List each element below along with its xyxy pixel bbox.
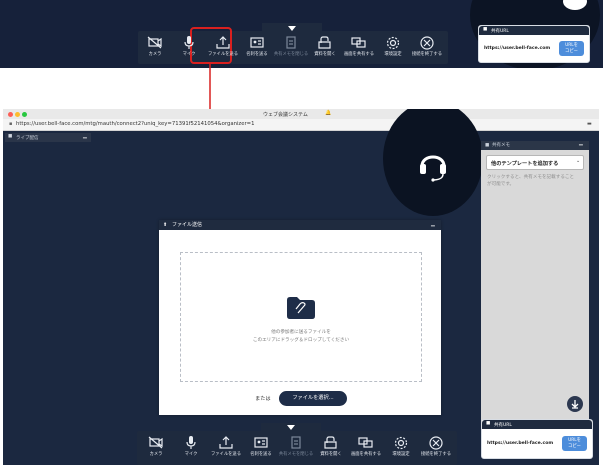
memo-icon: [286, 36, 296, 49]
drop-text-line1: 他の参加者に送るファイルを: [271, 330, 331, 335]
memo-header-title: 共有メモ: [492, 143, 510, 148]
camera-off-icon: [148, 436, 163, 449]
toolbar-item-top-4: 共有メモを閉じる: [274, 35, 308, 57]
toolbar-item-bottom-8[interactable]: 接続を終了する: [421, 435, 451, 457]
file-send-dialog: ⬆ ファイル送信 ▁ 他の参加者に送るファイルを このエリアにドラッグ＆ドロップ…: [159, 220, 441, 415]
share-url-text: https://user.bell-face.com: [484, 46, 551, 51]
minimize-window-button[interactable]: [15, 111, 20, 117]
memo-header-icon: ■: [485, 143, 490, 148]
toolbar-item-bottom-7[interactable]: 環境設定: [386, 435, 416, 457]
end-call-icon: [429, 436, 443, 450]
lock-icon: ▪: [9, 121, 13, 127]
browser-menu-icon[interactable]: ▬: [587, 121, 592, 127]
open-document-icon: [324, 436, 337, 449]
zoom-window-button[interactable]: [22, 111, 27, 117]
toolbar-item-top-3[interactable]: 名刺を送る: [242, 35, 272, 57]
drop-text-line2: このエリアにドラッグ＆ドロップしてください: [252, 338, 350, 343]
chevron-down-icon: ⌄: [576, 158, 581, 164]
copy-url-button-bottom[interactable]: URLを コピー: [562, 436, 587, 451]
live-panel-label: ライブ配信: [16, 136, 39, 141]
live-panel[interactable]: ■ ライブ配信 ▁: [5, 133, 91, 142]
share-url-header: ■ 共有URL: [479, 26, 589, 35]
download-icon: [571, 400, 579, 409]
window-title: ウェブ会議システム: [263, 111, 308, 118]
browser-window: ウェブ会議システム 🔔 ▪ https://user.bell-face.com…: [3, 109, 599, 465]
address-bar[interactable]: ▪ https://user.bell-face.com/mtg/mauth/c…: [3, 119, 599, 131]
share-url-icon-bottom: ■: [486, 421, 491, 426]
template-select-value: 他のテンプレートを追加する: [491, 160, 559, 167]
select-file-button[interactable]: ファイルを選択...: [279, 391, 347, 406]
camera-off-icon: [147, 36, 162, 49]
or-label: または: [255, 396, 271, 402]
file-drop-area[interactable]: 他の参加者に送るファイルを このエリアにドラッグ＆ドロップしてください: [180, 252, 422, 382]
toolbar-item-bottom-4: 共有メモを閉じる: [279, 435, 313, 457]
settings-icon: [386, 36, 400, 50]
copy-url-label-1-bottom: URLを: [568, 438, 581, 443]
memo-hint[interactable]: クリックすると、共有メモを記載することが可能です。: [487, 174, 575, 188]
microphone-icon: [186, 436, 196, 449]
share-url-title-bottom: 共有URL: [494, 423, 512, 428]
toolbar-item-bottom-0[interactable]: カメラ: [141, 435, 171, 457]
toolbar-item-top-6[interactable]: 画面を共有する: [344, 35, 374, 57]
live-panel-minimize-icon[interactable]: ▁: [83, 133, 87, 139]
memo-icon: [291, 436, 301, 449]
download-memo-button[interactable]: [567, 396, 583, 412]
screen-share-icon: [358, 437, 373, 448]
folder-clip-icon: [287, 297, 315, 319]
url-text: https://user.bell-face.com/mtg/mauth/con…: [16, 121, 255, 127]
share-url-text-bottom: https://user.bell-face.com: [487, 441, 554, 446]
share-url-title: 共有URL: [491, 29, 509, 34]
toolbar-item-top-5[interactable]: 資料を開く: [310, 35, 340, 57]
share-url-header-bottom: ■ 共有URL: [482, 420, 592, 429]
toolbar-item-top-2[interactable]: ファイルを送る: [208, 35, 238, 57]
microphone-icon: [184, 36, 194, 49]
toolbar-item-top-8[interactable]: 接続を終了する: [412, 35, 442, 57]
close-window-button[interactable]: [8, 111, 13, 117]
dialog-minimize-icon[interactable]: ▁: [431, 219, 435, 229]
upload-icon: [219, 436, 233, 449]
dialog-title: ファイル送信: [172, 222, 203, 228]
meeting-stage: ■ ライブ配信 ▁ ■ 共有メモ ▁ 他のテンプレートを追加する ⌄ クリックす…: [3, 109, 599, 465]
toolbar-item-bottom-3[interactable]: 名刺を送る: [246, 435, 276, 457]
video-icon: ■: [8, 134, 13, 139]
toolbar-item-top-7[interactable]: 環境設定: [378, 35, 408, 57]
toolbar-label: 接続を終了する: [411, 52, 443, 57]
share-url-panel-bottom: ■ 共有URL https://user.bell-face.com URLを …: [481, 419, 593, 459]
copy-url-label-2-bottom: コピー: [568, 443, 581, 449]
memo-header: ■ 共有メモ ▁: [481, 139, 589, 150]
open-document-icon: [318, 36, 331, 49]
share-url-panel-top: ■ 共有URL https://user.bell-face.com URLを …: [478, 25, 590, 63]
toolbar-item-bottom-1[interactable]: マイク: [176, 435, 206, 457]
toolbar-item-top-1[interactable]: マイク: [174, 35, 204, 57]
upload-icon: [216, 36, 230, 49]
copy-url-label-2: コピー: [565, 48, 578, 54]
share-url-icon: ■: [483, 27, 488, 32]
memo-minimize-icon[interactable]: ▁: [579, 139, 583, 148]
screen-share-icon: [351, 37, 366, 48]
bell-icon: 🔔: [325, 110, 332, 116]
upload-small-icon: ⬆: [163, 222, 168, 228]
top-screenshot: ■ 共有URL https://user.bell-face.com URLを …: [0, 0, 603, 68]
business-card-icon: [250, 37, 264, 48]
dialog-header: ⬆ ファイル送信 ▁: [159, 220, 441, 230]
toolbar-label: 接続を終了する: [420, 452, 452, 457]
business-card-icon: [254, 437, 268, 448]
toolbar-item-bottom-5[interactable]: 資料を開く: [316, 435, 346, 457]
template-select[interactable]: 他のテンプレートを追加する ⌄: [486, 155, 584, 170]
end-call-icon: [420, 36, 434, 50]
headset-icon: [420, 155, 446, 182]
settings-icon: [394, 436, 408, 450]
copy-url-button[interactable]: URLを コピー: [559, 41, 584, 56]
shared-memo-panel: ■ 共有メモ ▁ 他のテンプレートを追加する ⌄ クリックすると、共有メモを記載…: [481, 139, 589, 434]
toolbar-item-top-0[interactable]: カメラ: [140, 35, 170, 57]
copy-url-label-1: URLを: [565, 43, 578, 48]
toolbar-item-bottom-6[interactable]: 画面を共有する: [351, 435, 381, 457]
toolbar-item-bottom-2[interactable]: ファイルを送る: [211, 435, 241, 457]
